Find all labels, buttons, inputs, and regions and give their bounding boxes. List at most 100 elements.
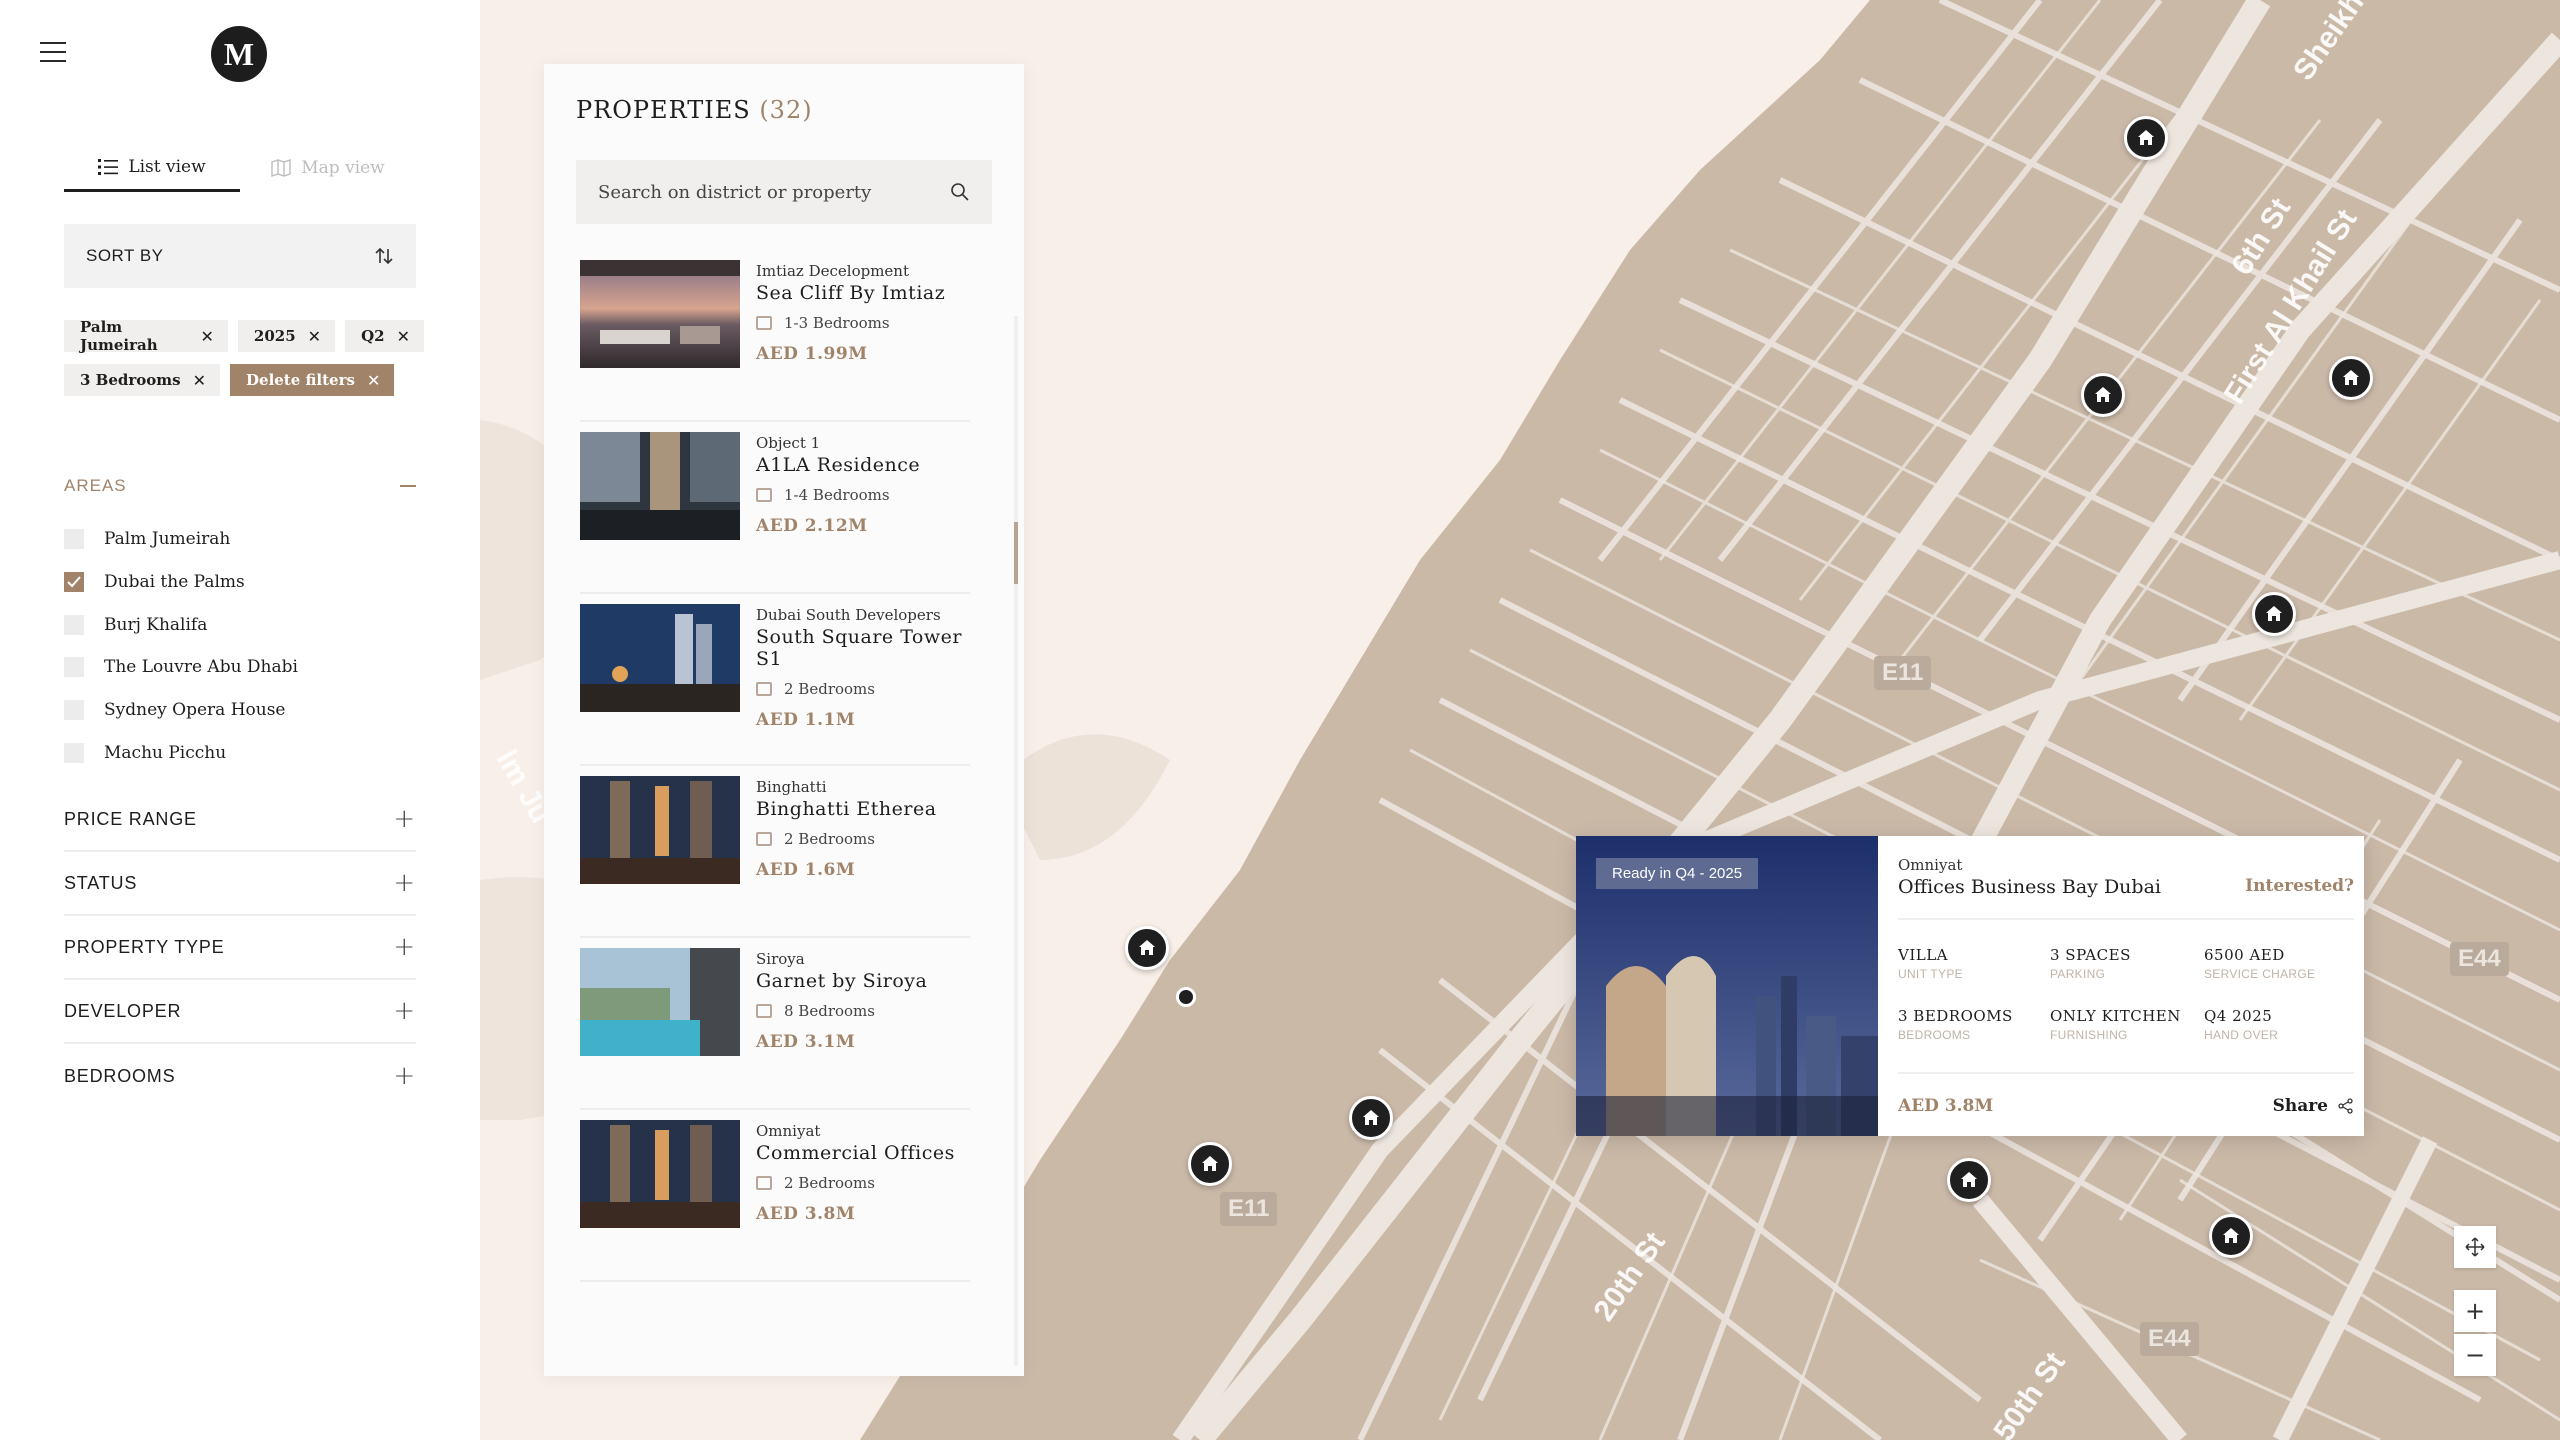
home-icon (2266, 606, 2282, 621)
property-thumbnail (580, 604, 740, 712)
sort-by-button[interactable]: SORT BY (64, 224, 416, 288)
close-icon[interactable]: ✕ (201, 327, 214, 346)
search-input[interactable]: Search on district or property (576, 160, 992, 224)
search-icon[interactable] (950, 182, 970, 202)
section-label: DEVELOPER (64, 1000, 182, 1021)
area-checkbox-item[interactable]: Machu Picchu (64, 731, 416, 774)
property-pin[interactable] (2124, 116, 2168, 160)
checkbox[interactable] (64, 742, 84, 763)
area-label: Machu Picchu (104, 742, 227, 763)
search-placeholder: Search on district or property (598, 181, 872, 203)
plus-icon[interactable]: + (393, 804, 416, 834)
area-checkbox-item[interactable]: Palm Jumeirah (64, 518, 416, 561)
property-list-item[interactable]: Omniyat Commercial Offices 2 Bedrooms AE… (580, 1110, 970, 1282)
area-checkbox-item[interactable]: The Louvre Abu Dhabi (64, 646, 416, 689)
share-icon (2338, 1098, 2353, 1114)
property-pin[interactable] (2209, 1214, 2253, 1258)
tab-map-view-label: Map view (301, 158, 385, 178)
filter-chip[interactable]: Palm Jumeirah ✕ (64, 318, 228, 354)
filter-chip[interactable]: Q2 ✕ (345, 320, 424, 352)
card-price: AED 3.8M (1898, 1096, 1994, 1116)
share-button[interactable]: Share (2273, 1096, 2354, 1116)
area-checkbox-item[interactable]: Sydney Opera House (64, 689, 416, 732)
property-thumbnail (580, 776, 740, 884)
checkbox[interactable] (64, 614, 84, 635)
property-name: Sea Cliff By Imtiaz (756, 282, 946, 304)
property-bedrooms: 2 Bedrooms (784, 830, 875, 848)
checkbox[interactable] (64, 657, 84, 678)
collapse-icon[interactable] (400, 485, 416, 487)
spec-label: UNIT TYPE (1898, 967, 1963, 981)
delete-filters-button[interactable]: Delete filters ✕ (230, 364, 395, 396)
plus-icon[interactable]: + (393, 996, 416, 1026)
logo-letter: M (223, 35, 255, 72)
close-icon[interactable]: ✕ (308, 327, 321, 346)
property-bedrooms: 2 Bedrooms (784, 680, 875, 698)
divider (1898, 918, 2354, 920)
brand-logo[interactable]: M (211, 26, 267, 82)
property-popup-card[interactable]: Ready in Q4 - 2025 Omniyat Offices Busin… (1576, 836, 2364, 1136)
card-developer: Omniyat (1898, 856, 1963, 874)
area-checkbox-item[interactable]: Dubai the Palms (64, 561, 416, 604)
spec-value: 3 BEDROOMS (1898, 1007, 2013, 1025)
checkbox[interactable] (64, 529, 84, 550)
tab-map-view[interactable]: Map view (240, 144, 416, 192)
pan-control-button[interactable] (2454, 1226, 2496, 1268)
plus-icon[interactable]: + (393, 932, 416, 962)
menu-icon[interactable] (40, 42, 66, 62)
checkmark-icon (67, 576, 81, 588)
highway-shield: E44 (2140, 1322, 2199, 1356)
property-list-item[interactable]: Siroya Garnet by Siroya 8 Bedrooms AED 3… (580, 938, 970, 1110)
scrollbar-track[interactable] (1014, 316, 1018, 1366)
close-icon[interactable]: ✕ (193, 371, 206, 390)
property-thumbnail (580, 260, 740, 368)
plus-icon[interactable]: + (393, 868, 416, 898)
areas-section-header[interactable]: AREAS (64, 476, 416, 496)
card-body: Omniyat Offices Business Bay Dubai Inter… (1878, 836, 2374, 1136)
property-list-item[interactable]: Imtiaz Decelopment Sea Cliff By Imtiaz 1… (580, 250, 970, 422)
property-pin[interactable] (1188, 1142, 1232, 1186)
property-list-item[interactable]: Dubai South Developers South Square Towe… (580, 594, 970, 766)
filter-chip[interactable]: 3 Bedrooms ✕ (64, 364, 221, 396)
scrollbar-thumb[interactable] (1014, 522, 1018, 584)
property-pin[interactable] (2081, 373, 2125, 417)
property-list-item[interactable]: Object 1 A1LA Residence 1-4 Bedrooms AED… (580, 422, 970, 594)
plus-icon[interactable]: + (393, 1061, 416, 1091)
spec-label: PARKING (2050, 967, 2106, 981)
tab-list-view[interactable]: List view (64, 144, 240, 192)
filter-sidebar: M List view Map view SORT BY Palm Jumeir… (0, 0, 480, 1440)
filter-section-property-type[interactable]: PROPERTY TYPE + (64, 916, 416, 980)
home-icon (2223, 1228, 2239, 1243)
checkbox[interactable] (64, 572, 84, 593)
property-price: AED 3.8M (756, 1204, 856, 1224)
location-dot[interactable] (1176, 987, 1196, 1007)
property-pin[interactable] (1349, 1096, 1393, 1140)
section-label: PROPERTY TYPE (64, 936, 225, 957)
close-icon[interactable]: ✕ (397, 327, 410, 346)
property-list-item[interactable]: Binghatti Binghatti Etherea 2 Bedrooms A… (580, 766, 970, 938)
filter-chip[interactable]: 2025 ✕ (237, 320, 336, 352)
checkbox[interactable] (64, 700, 84, 721)
zoom-in-button[interactable]: + (2454, 1290, 2496, 1332)
filter-section-status[interactable]: STATUS + (64, 852, 416, 916)
property-name: Commercial Offices (756, 1142, 955, 1164)
spec-label: FURNISHING (2050, 1028, 2128, 1042)
interested-link[interactable]: Interested? (2245, 876, 2354, 896)
filter-section-bedrooms[interactable]: BEDROOMS + (64, 1044, 416, 1108)
property-pin[interactable] (1947, 1158, 1991, 1202)
area-label: Dubai the Palms (104, 572, 245, 593)
property-pin[interactable] (2329, 356, 2373, 400)
filter-section-price-range[interactable]: PRICE RANGE + (64, 788, 416, 852)
property-pin[interactable] (1125, 926, 1169, 970)
property-price: AED 1.1M (756, 710, 856, 730)
property-developer: Siroya (756, 950, 805, 968)
filter-section-developer[interactable]: DEVELOPER + (64, 980, 416, 1044)
map-icon (271, 159, 291, 177)
zoom-out-button[interactable]: − (2454, 1334, 2496, 1376)
property-price: AED 1.6M (756, 860, 856, 880)
area-checkbox-item[interactable]: Burj Khalifa (64, 603, 416, 646)
property-pin[interactable] (2252, 592, 2296, 636)
home-icon (2095, 387, 2111, 402)
property-name: Binghatti Etherea (756, 798, 937, 820)
property-developer: Binghatti (756, 778, 827, 796)
